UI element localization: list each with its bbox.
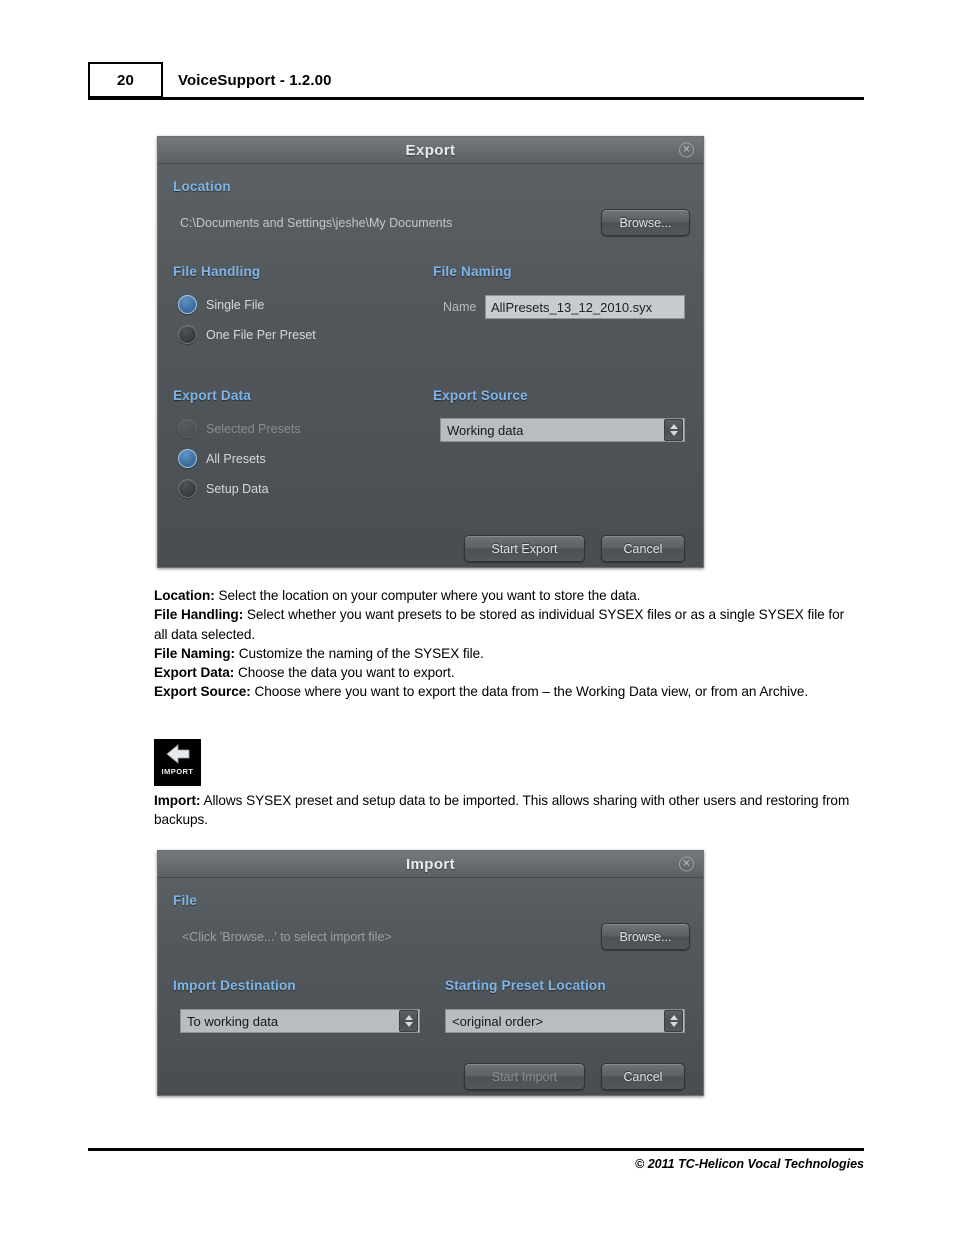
- starting-preset-location-section-label: Starting Preset Location: [445, 978, 606, 993]
- export-data-section-label: Export Data: [173, 388, 251, 403]
- export-dialog-titlebar: Export ✕: [158, 137, 703, 164]
- description-body: Select whether you want presets to be st…: [154, 607, 845, 642]
- description-term: File Naming:: [154, 645, 235, 661]
- description-term: Import:: [154, 793, 201, 808]
- radio-label: All Presets: [206, 451, 266, 466]
- document-page: 20 VoiceSupport - 1.2.00 Export ✕ Locati…: [0, 0, 954, 1235]
- chevron-updown-icon[interactable]: [664, 419, 683, 441]
- export-source-value: Working data: [447, 422, 524, 438]
- description-line: Export Data: Choose the data you want to…: [154, 663, 854, 682]
- description-body: Choose the data you want to export.: [234, 665, 455, 681]
- export-description-text: Location: Select the location on your co…: [154, 586, 854, 702]
- export-cancel-button[interactable]: Cancel: [601, 535, 685, 562]
- import-browse-button[interactable]: Browse...: [601, 923, 690, 950]
- file-section-label: File: [173, 893, 198, 908]
- radio-selected-presets[interactable]: Selected Presets: [178, 419, 301, 438]
- import-destination-section-label: Import Destination: [173, 978, 296, 993]
- location-section-label: Location: [173, 179, 231, 194]
- radio-indicator: [178, 449, 197, 468]
- radio-single-file[interactable]: Single File: [178, 295, 264, 314]
- description-term: Export Data:: [154, 665, 235, 681]
- page-title: VoiceSupport - 1.2.00: [178, 72, 332, 89]
- description-line: Location: Select the location on your co…: [154, 586, 854, 605]
- radio-indicator: [178, 295, 197, 314]
- description-body: Choose where you want to export the data…: [250, 684, 809, 700]
- page-header: 20 VoiceSupport - 1.2.00: [88, 62, 864, 100]
- import-destination-value: To working data: [187, 1013, 279, 1029]
- export-source-select[interactable]: Working data: [440, 418, 685, 442]
- close-circle-icon[interactable]: ✕: [679, 142, 694, 158]
- description-term: Export Source:: [154, 684, 251, 700]
- radio-all-presets[interactable]: All Presets: [178, 449, 266, 468]
- location-path-text: C:\Documents and Settings\jeshe\My Docum…: [180, 216, 453, 230]
- start-export-button[interactable]: Start Export: [464, 535, 585, 562]
- file-name-input[interactable]: AllPresets_13_12_2010.syx: [485, 295, 685, 319]
- radio-indicator: [178, 325, 197, 344]
- radio-label: Single File: [206, 297, 265, 312]
- import-description-text: Import: Allows SYSEX preset and setup da…: [154, 791, 854, 830]
- description-line: File Handling: Select whether you want p…: [154, 605, 854, 644]
- radio-label: One File Per Preset: [206, 327, 316, 342]
- import-file-path-text: <Click 'Browse...' to select import file…: [182, 930, 392, 944]
- page-number-box: 20: [88, 62, 163, 98]
- import-arrow-icon: [165, 744, 189, 764]
- export-dialog: Export ✕ Location C:\Documents and Setti…: [157, 136, 704, 568]
- radio-label: Setup Data: [206, 481, 269, 496]
- location-browse-button[interactable]: Browse...: [601, 209, 690, 236]
- description-line: File Naming: Customize the naming of the…: [154, 644, 854, 663]
- header-rule: [88, 97, 864, 100]
- import-dialog: Import ✕ File <Click 'Browse...' to sele…: [157, 850, 704, 1096]
- import-dialog-title: Import: [405, 855, 456, 873]
- import-dialog-titlebar: Import ✕: [158, 851, 703, 878]
- radio-setup-data[interactable]: Setup Data: [178, 479, 269, 498]
- import-dialog-body: File <Click 'Browse...' to select import…: [158, 878, 703, 1095]
- radio-one-file-per-preset[interactable]: One File Per Preset: [178, 325, 316, 344]
- radio-label: Selected Presets: [206, 421, 301, 436]
- import-toolbar-icon[interactable]: IMPORT: [154, 739, 201, 786]
- export-dialog-body: Location C:\Documents and Settings\jeshe…: [158, 164, 703, 567]
- export-dialog-title: Export: [405, 141, 456, 159]
- starting-preset-location-select[interactable]: <original order>: [445, 1009, 685, 1033]
- description-body: Customize the naming of the SYSEX file.: [234, 645, 484, 661]
- file-naming-section-label: File Naming: [433, 264, 512, 279]
- starting-preset-location-value: <original order>: [452, 1013, 544, 1029]
- file-handling-section-label: File Handling: [173, 264, 261, 279]
- description-term: Location:: [154, 588, 215, 603]
- description-body: Allows SYSEX preset and setup data to be…: [154, 793, 850, 828]
- close-circle-icon[interactable]: ✕: [679, 856, 694, 872]
- name-field-caption: Name: [443, 300, 477, 314]
- start-import-button[interactable]: Start Import: [464, 1063, 585, 1090]
- chevron-updown-icon[interactable]: [399, 1010, 418, 1032]
- export-source-section-label: Export Source: [433, 388, 528, 403]
- radio-indicator: [178, 419, 197, 438]
- import-cancel-button[interactable]: Cancel: [601, 1063, 685, 1090]
- description-line: Export Source: Choose where you want to …: [154, 682, 854, 701]
- radio-indicator: [178, 479, 197, 498]
- import-destination-select[interactable]: To working data: [180, 1009, 420, 1033]
- description-body: Select the location on your computer whe…: [214, 588, 641, 603]
- footer-rule: [88, 1148, 864, 1151]
- import-icon-caption: IMPORT: [161, 767, 194, 776]
- chevron-updown-icon[interactable]: [664, 1010, 683, 1032]
- description-term: File Handling:: [154, 607, 244, 623]
- footer-copyright: © 2011 TC-Helicon Vocal Technologies: [635, 1157, 864, 1171]
